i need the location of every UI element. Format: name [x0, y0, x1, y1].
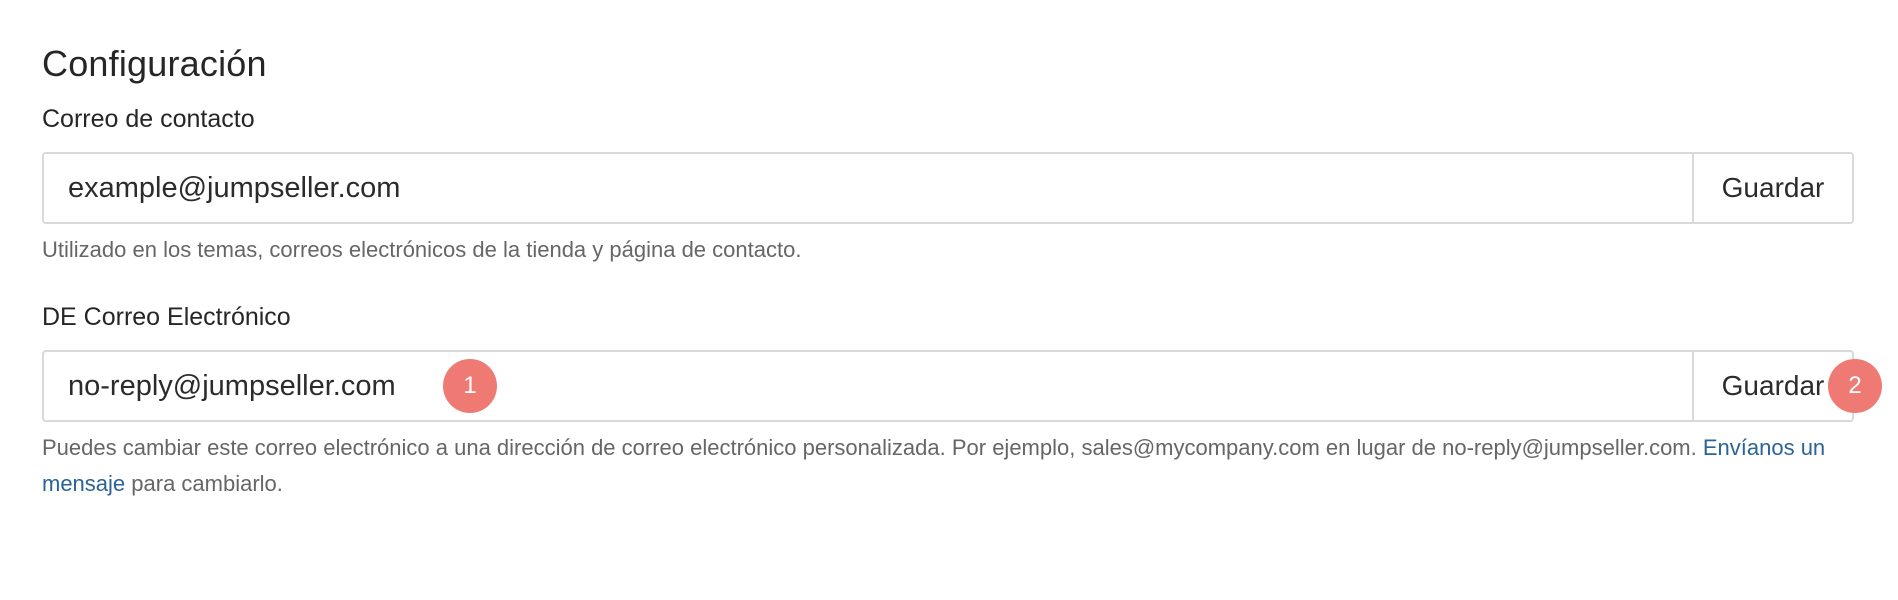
page-title: Configuración [42, 43, 267, 84]
contact-email-input[interactable] [44, 154, 1692, 222]
settings-panel: Configuración Correo de contacto Guardar… [42, 42, 1882, 502]
contact-email-input-group: Guardar [42, 152, 1854, 224]
step-marker-2: 2 [1828, 359, 1882, 413]
contact-email-section: Correo de contacto Guardar Utilizado en … [42, 104, 1854, 268]
contact-email-label: Correo de contacto [42, 105, 255, 133]
from-email-help-text: Puedes cambiar este correo electrónico a… [42, 430, 1854, 502]
from-email-help-text-after: para cambiarlo. [125, 471, 283, 496]
from-email-input-group: Guardar 1 2 [42, 350, 1882, 422]
from-email-input[interactable] [44, 352, 1692, 420]
contact-email-save-button[interactable]: Guardar [1692, 154, 1852, 222]
from-email-help-text-before: Puedes cambiar este correo electrónico a… [42, 435, 1703, 460]
from-email-label: DE Correo Electrónico [42, 303, 291, 331]
contact-email-help-text: Utilizado en los temas, correos electrón… [42, 237, 802, 262]
from-email-section: DE Correo Electrónico Guardar 1 2 Puedes… [42, 302, 1882, 502]
step-marker-1: 1 [443, 359, 497, 413]
